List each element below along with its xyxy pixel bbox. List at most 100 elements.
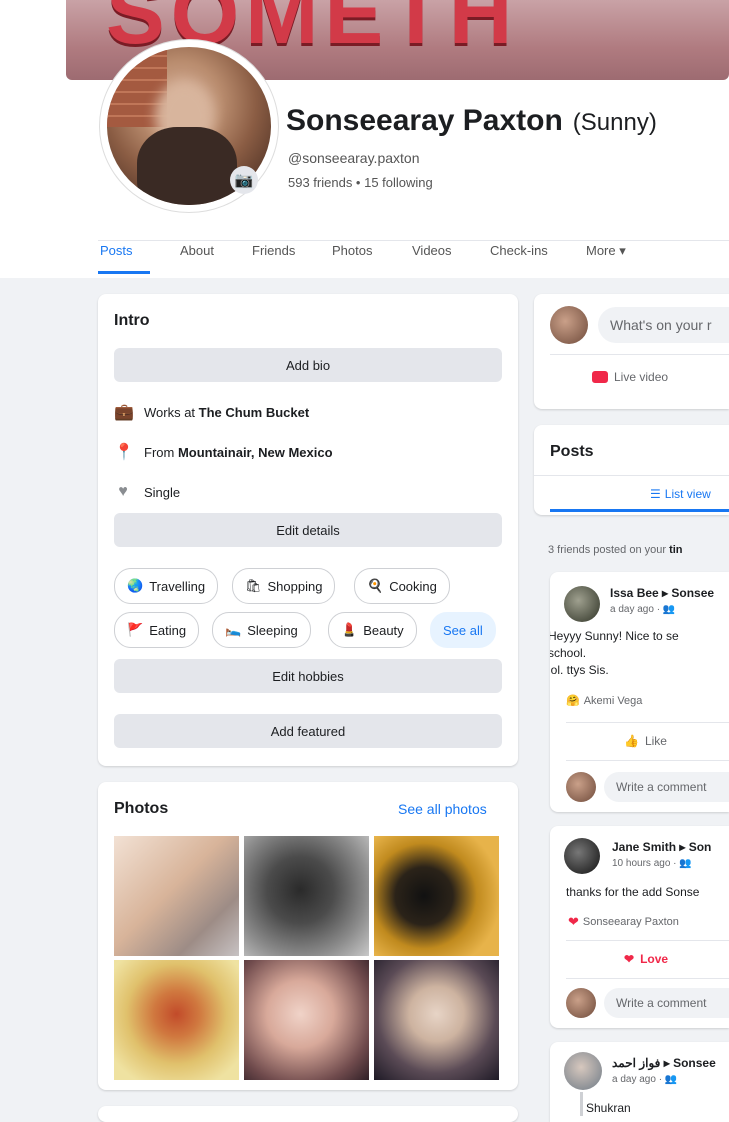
list-view-tab[interactable]: ☰ List view	[650, 487, 711, 501]
composer-input[interactable]: What's on your r	[598, 307, 729, 343]
list-icon: ☰	[650, 487, 661, 501]
post-text: Shukran	[586, 1101, 631, 1115]
post-author-avatar[interactable]	[564, 1052, 602, 1090]
profile-handle: @sonseearay.paxton	[288, 150, 420, 166]
comment-input[interactable]: Write a comment	[604, 988, 729, 1018]
hug-reaction-icon: 🤗	[566, 695, 580, 707]
hometown-place[interactable]: Mountainair, New Mexico	[178, 445, 333, 460]
tab-photos[interactable]: Photos	[332, 243, 372, 258]
edit-details-button[interactable]: Edit details	[114, 513, 502, 547]
heart-icon: ❤	[624, 952, 635, 966]
globe-icon: 🌏	[127, 578, 144, 593]
hobby-chip-beauty[interactable]: 💄 Beauty	[328, 612, 417, 648]
hobby-label: Shopping	[267, 578, 323, 594]
tab-checkins[interactable]: Check-ins	[490, 243, 548, 258]
post-time[interactable]: a day ago · 👥	[610, 604, 675, 615]
post-text: thanks for the add Sonse	[566, 885, 700, 899]
hometown-prefix: From	[144, 444, 178, 460]
hobby-label: Eating	[149, 622, 187, 638]
profile-name: Sonseearay Paxton (Sunny)	[286, 104, 657, 138]
photo-thumbnail[interactable]	[374, 836, 499, 956]
divider	[550, 354, 729, 355]
friends-count[interactable]: 593 friends • 15 following	[288, 175, 433, 190]
photos-card: Photos See all photos	[98, 782, 518, 1090]
add-bio-button[interactable]: Add bio	[114, 348, 502, 382]
heart-icon: ♥	[118, 483, 128, 500]
hobby-chip-travelling[interactable]: 🌏 Travelling	[114, 568, 219, 604]
relationship-info: ♥ Single	[114, 483, 180, 501]
like-button[interactable]: 👍 Like	[624, 734, 667, 748]
love-reaction-icon: ❤	[568, 914, 579, 929]
post-text-line: school.	[550, 646, 587, 660]
see-all-photos-link[interactable]: See all photos	[398, 801, 487, 817]
divider	[566, 940, 729, 941]
hobby-label: Cooking	[389, 578, 437, 594]
composer-card: What's on your r Live video	[534, 294, 729, 409]
photo-thumbnail[interactable]	[114, 960, 239, 1080]
profile-full-name: Sonseearay Paxton	[286, 104, 563, 137]
divider	[566, 760, 729, 761]
bed-icon: 🛌	[225, 622, 242, 637]
camera-icon[interactable]: 📷	[230, 166, 258, 194]
post-text: Heyyy Sunny! Nice to se school. lol. tty…	[550, 628, 679, 679]
post-text-line: lol. ttys Sis.	[550, 663, 609, 677]
location-pin-icon: 📍	[114, 444, 134, 461]
shopping-bag-icon: 🛍	[245, 578, 262, 593]
hobby-chip-sleeping[interactable]: 🛌 Sleeping	[212, 612, 311, 648]
hobby-label: Beauty	[363, 622, 404, 638]
work-info: 💼 Works at The Chum Bucket	[114, 402, 309, 422]
post-author-avatar[interactable]	[564, 838, 600, 874]
photo-thumbnail[interactable]	[114, 836, 239, 956]
hobby-chip-eating[interactable]: 🚩 Eating	[114, 612, 200, 648]
edit-hobbies-button[interactable]: Edit hobbies	[114, 659, 502, 693]
see-all-hobbies-button[interactable]: See all	[430, 612, 496, 648]
hobby-chip-shopping[interactable]: 🛍 Shopping	[232, 568, 336, 604]
live-video-label: Live video	[614, 370, 669, 384]
comment-input[interactable]: Write a comment	[604, 772, 729, 802]
like-label: Like	[644, 734, 667, 748]
divider	[566, 722, 729, 723]
tab-about[interactable]: About	[180, 243, 214, 258]
tab-friends[interactable]: Friends	[252, 243, 295, 258]
lipstick-icon: 💄	[341, 622, 358, 637]
photo-thumbnail[interactable]	[374, 960, 499, 1080]
video-camera-icon	[592, 371, 608, 383]
flag-icon: 🚩	[127, 622, 144, 637]
love-label: Love	[640, 952, 669, 966]
friends-posted-suffix: tin	[669, 544, 683, 556]
tab-videos[interactable]: Videos	[412, 243, 452, 258]
tab-more[interactable]: More ▾	[586, 243, 626, 259]
avatar-clothing	[137, 127, 237, 205]
friends-posted-label: 3 friends posted on your tin	[548, 544, 683, 556]
post-card: فواز احمد ▸ Sonsee a day ago · 👥 Shukran	[550, 1042, 729, 1122]
profile-nickname: (Sunny)	[572, 109, 657, 136]
live-video-button[interactable]: Live video	[592, 370, 668, 384]
post-author-avatar[interactable]	[564, 586, 600, 622]
love-button[interactable]: ❤ Love	[624, 952, 668, 966]
post-card: Issa Bee ▸ Sonsee a day ago · 👥 Heyyy Su…	[550, 572, 729, 812]
hometown-info: 📍 From Mountainair, New Mexico	[114, 442, 333, 462]
post-time[interactable]: 10 hours ago · 👥	[612, 858, 692, 869]
tab-posts[interactable]: Posts	[100, 243, 133, 258]
hobby-chip-cooking[interactable]: 🍳 Cooking	[354, 568, 450, 604]
commenter-avatar[interactable]	[566, 988, 596, 1018]
quote-bar	[580, 1092, 583, 1116]
add-featured-button[interactable]: Add featured	[114, 714, 502, 748]
photo-thumbnail[interactable]	[244, 960, 369, 1080]
post-author[interactable]: فواز احمد ▸ Sonsee	[612, 1056, 716, 1070]
work-text: Works at The Chum Bucket	[144, 405, 309, 420]
user-avatar[interactable]	[550, 306, 588, 344]
commenter-avatar[interactable]	[566, 772, 596, 802]
relationship-status: Single	[144, 484, 181, 500]
work-place[interactable]: The Chum Bucket	[199, 405, 310, 420]
reaction-name: Akemi Vega	[583, 694, 643, 707]
post-author[interactable]: Jane Smith ▸ Son	[612, 840, 711, 854]
photos-title: Photos	[114, 800, 169, 817]
post-reactions[interactable]: ❤ Sonseearay Paxton	[568, 914, 679, 930]
post-time[interactable]: a day ago · 👥	[612, 1074, 677, 1085]
posts-header-card: Posts ☰ List view	[534, 425, 729, 515]
post-reactions[interactable]: 🤗 Akemi Vega	[566, 694, 643, 708]
divider	[566, 978, 729, 979]
post-author[interactable]: Issa Bee ▸ Sonsee	[610, 586, 714, 600]
photo-thumbnail[interactable]	[244, 836, 369, 956]
